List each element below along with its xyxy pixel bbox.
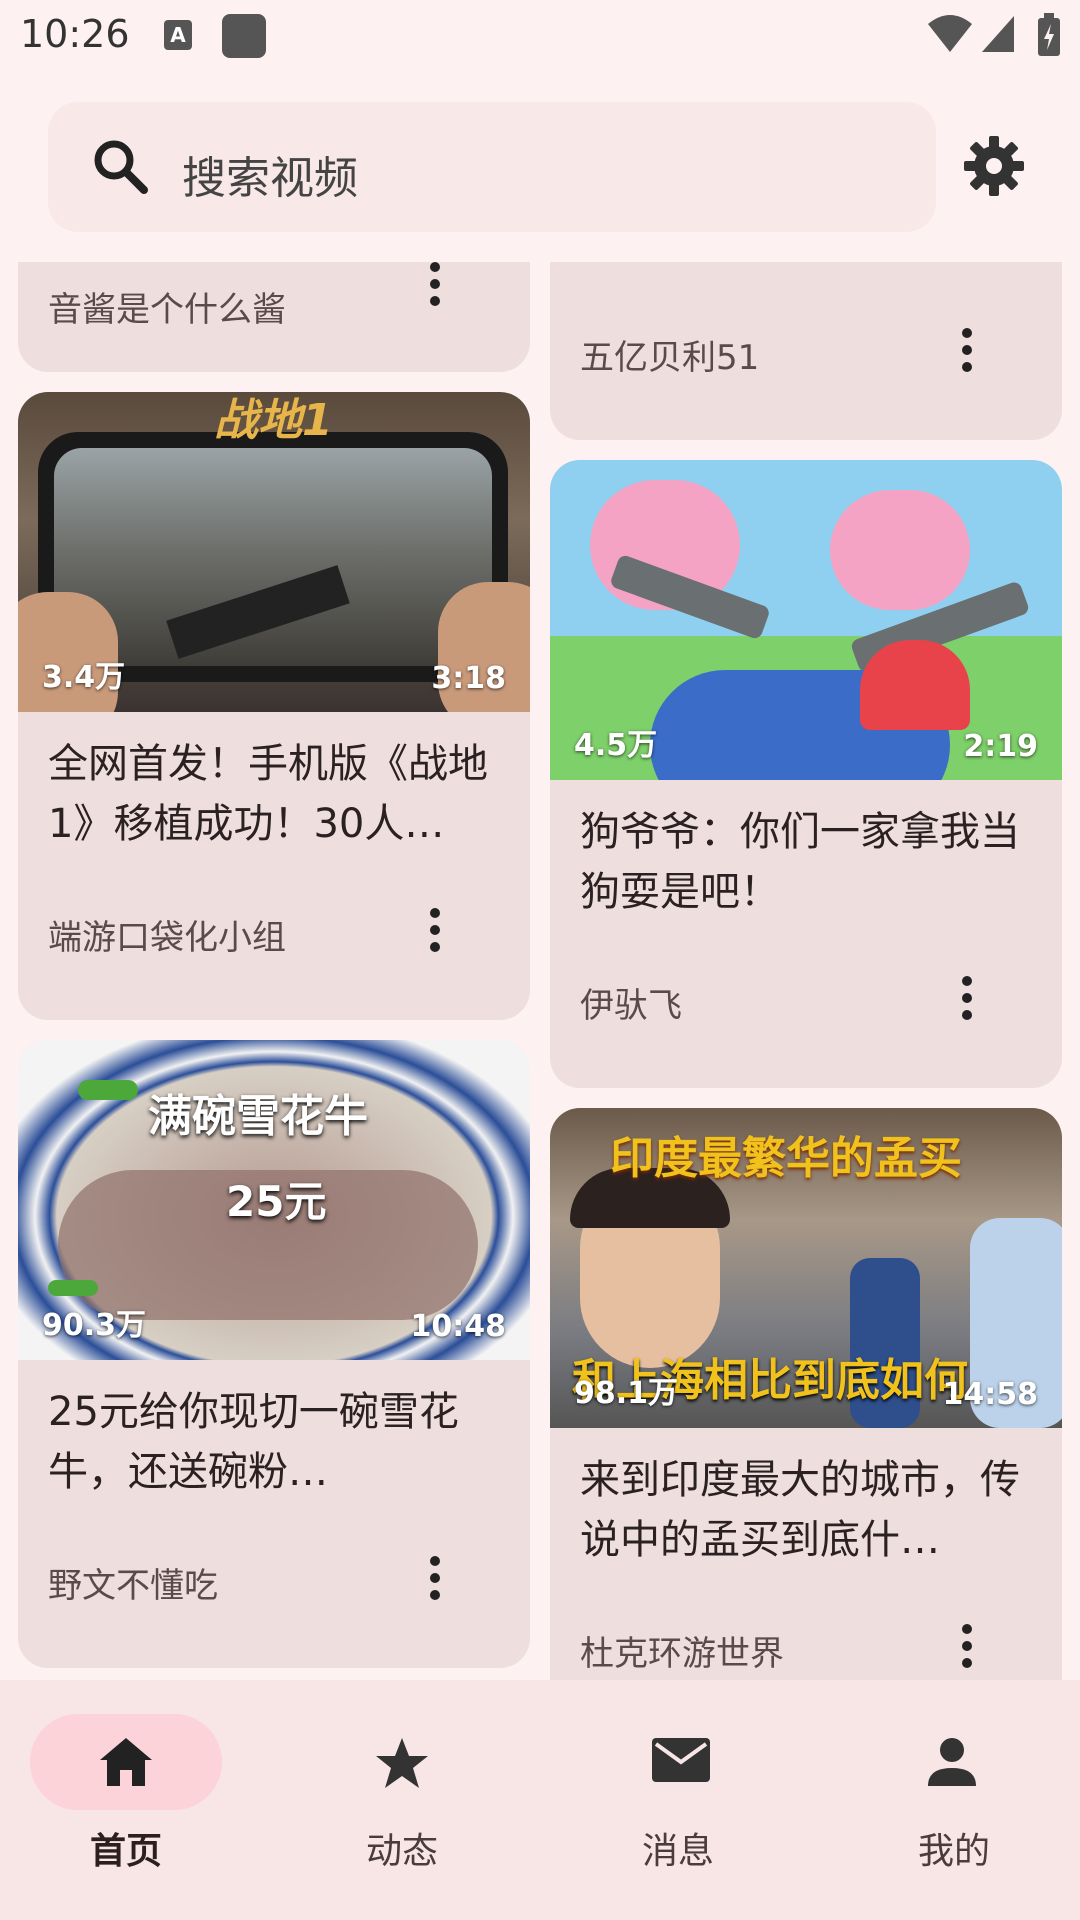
author-name: 野文不懂吃: [48, 1566, 218, 1606]
more-options-icon[interactable]: [430, 908, 442, 959]
nav-item-home[interactable]: 首页: [0, 1680, 270, 1920]
search-icon: [94, 140, 148, 194]
view-count: 90.3万: [42, 1308, 147, 1343]
video-thumbnail[interactable]: 4.5万 2:19: [550, 460, 1062, 780]
video-card[interactable]: 战地1 3.4万 3:18 全网首发！手机版《战地1》移植成功！30人… 端游口…: [18, 392, 530, 1020]
search-input[interactable]: 搜索视频: [182, 142, 358, 206]
thumbnail-caption: 印度最繁华的孟买: [610, 1133, 962, 1184]
thumbnail-caption: 满碗雪花牛: [148, 1091, 368, 1142]
view-count: 98.1万: [574, 1376, 679, 1411]
author-name: 端游口袋化小组: [48, 918, 286, 958]
video-duration: 3:18: [431, 661, 506, 696]
video-card[interactable]: 印度最繁华的孟买 和上海相比到底如何 98.1万 14:58 来到印度最大的城市…: [550, 1108, 1062, 1680]
person-icon: [928, 1738, 976, 1786]
video-thumbnail[interactable]: 战地1 3.4万 3:18: [18, 392, 530, 712]
view-count: 3.4万: [42, 660, 126, 695]
view-count: 4.5万: [574, 728, 658, 763]
video-title: 来到印度最大的城市，传说中的孟买到底什…: [580, 1457, 1020, 1563]
status-time: 10:26: [20, 12, 130, 56]
video-card[interactable]: 4.5万 2:19 狗爷爷：你们一家拿我当狗耍是吧！ 伊驮飞: [550, 460, 1062, 1088]
author-name: 伊驮飞: [580, 986, 682, 1026]
nav-label-messages: 消息: [641, 1831, 714, 1872]
video-duration: 2:19: [963, 729, 1038, 764]
cell-signal-icon: [982, 16, 1014, 52]
keyboard-a-icon: A: [164, 20, 192, 50]
video-card[interactable]: 五亿贝利51: [550, 262, 1062, 440]
battery-icon: [1038, 13, 1060, 56]
video-feed[interactable]: 音酱是个什么酱 战地1 3.4万 3:18 全网首发！手机版《战地1》移植成功！…: [0, 262, 1080, 1680]
video-thumbnail[interactable]: 印度最繁华的孟买 和上海相比到底如何 98.1万 14:58: [550, 1108, 1062, 1428]
wifi-icon: [928, 15, 972, 52]
more-options-icon[interactable]: [430, 262, 442, 313]
nav-label-profile: 我的: [917, 1831, 990, 1872]
nav-label-home: 首页: [89, 1831, 162, 1872]
mail-icon: [652, 1738, 710, 1782]
settings-gear-icon[interactable]: [962, 134, 1026, 198]
video-card[interactable]: 满碗雪花牛 25元 90.3万 10:48 25元给你现切一碗雪花牛，还送碗粉……: [18, 1040, 530, 1668]
nav-item-feed[interactable]: 动态: [276, 1680, 546, 1920]
thumbnail-caption: 战地1: [214, 395, 333, 446]
video-title: 狗爷爷：你们一家拿我当狗耍是吧！: [580, 809, 1020, 915]
video-thumbnail[interactable]: 满碗雪花牛 25元 90.3万 10:48: [18, 1040, 530, 1360]
author-name: 五亿贝利51: [580, 338, 760, 378]
video-card[interactable]: 音酱是个什么酱: [18, 262, 530, 372]
video-title-fragment: 音酱是个什么酱: [48, 290, 286, 330]
status-bar: 10:26 A: [0, 0, 1080, 72]
search-bar[interactable]: 搜索视频: [48, 102, 936, 232]
video-duration: 14:58: [942, 1377, 1039, 1412]
nav-item-profile[interactable]: 我的: [828, 1680, 1080, 1920]
video-title: 25元给你现切一碗雪花牛，还送碗粉…: [48, 1389, 459, 1495]
more-options-icon[interactable]: [430, 1556, 442, 1607]
video-duration: 10:48: [410, 1309, 507, 1344]
thumbnail-price: 25元: [226, 1177, 327, 1226]
nav-label-feed: 动态: [365, 1831, 438, 1872]
video-title: 全网首发！手机版《战地1》移植成功！30人…: [48, 741, 488, 847]
more-options-icon[interactable]: [962, 328, 974, 379]
nav-item-messages[interactable]: 消息: [552, 1680, 822, 1920]
star-icon: [376, 1738, 428, 1788]
more-options-icon[interactable]: [962, 1624, 974, 1675]
author-name: 杜克环游世界: [580, 1634, 784, 1674]
bottom-navigation: 首页 动态 消息 我的: [0, 1680, 1080, 1920]
home-icon: [100, 1738, 152, 1786]
notification-square-icon: [222, 14, 266, 58]
more-options-icon[interactable]: [962, 976, 974, 1027]
